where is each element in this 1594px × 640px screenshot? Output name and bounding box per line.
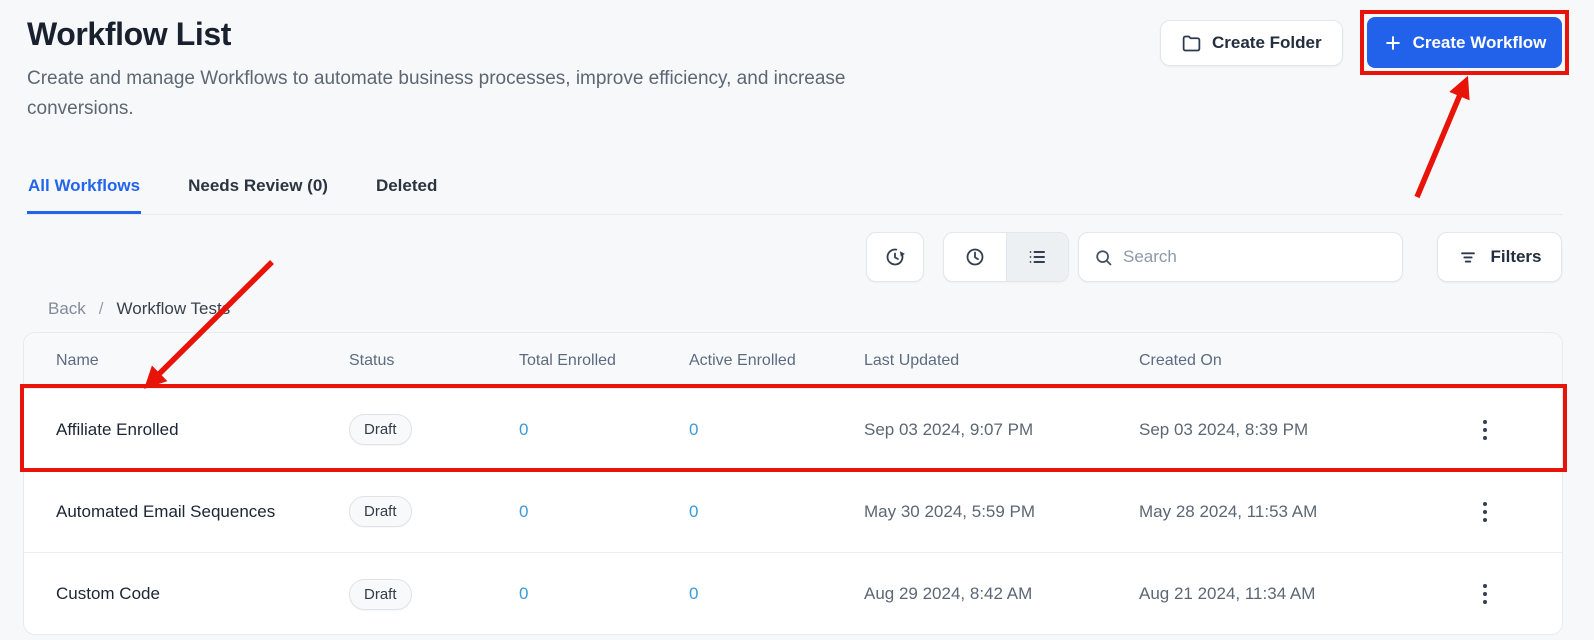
tab-all-workflows[interactable]: All Workflows (27, 172, 141, 214)
column-header-active-enrolled: Active Enrolled (684, 352, 864, 370)
column-header-total-enrolled: Total Enrolled (514, 352, 684, 370)
table-row[interactable]: Custom Code Draft 0 0 Aug 29 2024, 8:42 … (24, 553, 1562, 635)
breadcrumb: Back / Workflow Tests (48, 299, 230, 319)
breadcrumb-current-folder: Workflow Tests (117, 299, 231, 319)
breadcrumb-separator: / (99, 299, 104, 319)
tab-needs-review[interactable]: Needs Review (0) (187, 172, 329, 214)
workflow-name[interactable]: Custom Code (24, 584, 349, 604)
table-row[interactable]: Affiliate Enrolled Draft 0 0 Sep 03 2024… (24, 389, 1562, 471)
view-toggle (943, 232, 1069, 282)
row-menu-button[interactable] (1475, 576, 1495, 612)
total-enrolled-link[interactable]: 0 (519, 502, 528, 521)
list-icon (1025, 245, 1049, 269)
active-enrolled-link[interactable]: 0 (689, 584, 698, 603)
status-badge: Draft (349, 414, 412, 445)
search-box (1078, 232, 1403, 282)
folder-icon (1181, 33, 1202, 54)
column-header-status: Status (349, 352, 514, 370)
workflow-name[interactable]: Automated Email Sequences (24, 502, 349, 522)
active-enrolled-link[interactable]: 0 (689, 502, 698, 521)
create-folder-button[interactable]: Create Folder (1160, 20, 1343, 66)
table-row[interactable]: Automated Email Sequences Draft 0 0 May … (24, 471, 1562, 553)
last-updated-value: Aug 29 2024, 8:42 AM (864, 584, 1139, 604)
workflow-tabs: All Workflows Needs Review (0) Deleted (24, 172, 1563, 215)
last-updated-value: May 30 2024, 5:59 PM (864, 502, 1139, 522)
filters-button[interactable]: Filters (1437, 232, 1562, 282)
last-updated-value: Sep 03 2024, 9:07 PM (864, 420, 1139, 440)
workflow-name[interactable]: Affiliate Enrolled (24, 420, 349, 440)
created-on-value: May 28 2024, 11:53 AM (1139, 502, 1429, 522)
total-enrolled-link[interactable]: 0 (519, 420, 528, 439)
filter-icon (1457, 246, 1479, 268)
search-input[interactable] (1123, 247, 1388, 267)
plus-icon (1383, 33, 1403, 53)
column-header-created-on: Created On (1139, 352, 1429, 370)
status-badge: Draft (349, 579, 412, 610)
workflow-table: Name Status Total Enrolled Active Enroll… (23, 332, 1563, 635)
history-button[interactable] (866, 232, 924, 282)
page-subtitle: Create and manage Workflows to automate … (27, 64, 957, 124)
view-toggle-schedule[interactable] (944, 233, 1006, 281)
clock-history-icon (883, 245, 907, 269)
created-on-value: Sep 03 2024, 8:39 PM (1139, 420, 1429, 440)
column-header-name: Name (24, 352, 349, 370)
active-enrolled-link[interactable]: 0 (689, 420, 698, 439)
page-title: Workflow List (27, 16, 231, 53)
table-header-row: Name Status Total Enrolled Active Enroll… (24, 333, 1562, 389)
search-icon (1093, 247, 1114, 268)
breadcrumb-back-link[interactable]: Back (48, 299, 86, 319)
created-on-value: Aug 21 2024, 11:34 AM (1139, 584, 1429, 604)
row-menu-button[interactable] (1475, 412, 1495, 448)
create-folder-label: Create Folder (1212, 33, 1322, 53)
column-header-last-updated: Last Updated (864, 352, 1139, 370)
create-workflow-highlight-box: Create Workflow (1360, 10, 1569, 75)
view-toggle-list[interactable] (1006, 233, 1069, 281)
tab-deleted[interactable]: Deleted (375, 172, 438, 214)
filters-label: Filters (1490, 247, 1541, 267)
create-workflow-button[interactable]: Create Workflow (1367, 17, 1562, 68)
clock-icon (963, 245, 987, 269)
total-enrolled-link[interactable]: 0 (519, 584, 528, 603)
create-workflow-label: Create Workflow (1413, 33, 1547, 53)
row-menu-button[interactable] (1475, 494, 1495, 530)
status-badge: Draft (349, 496, 412, 527)
